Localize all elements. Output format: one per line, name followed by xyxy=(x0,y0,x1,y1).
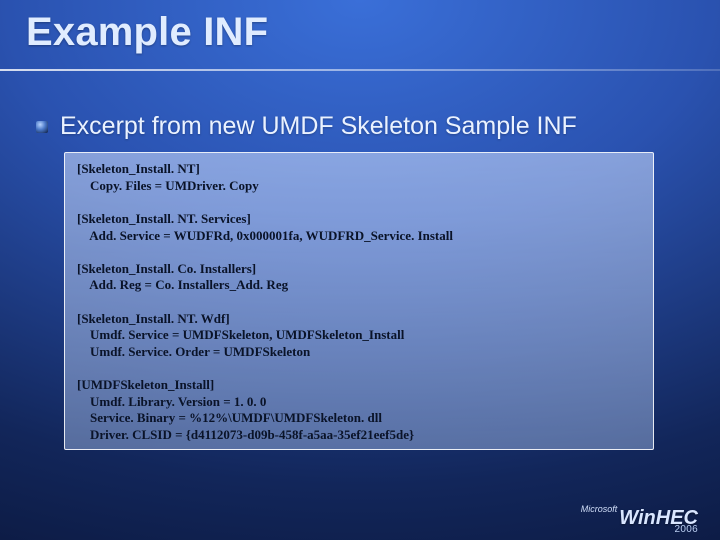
year-label: 2006 xyxy=(675,524,698,535)
slide-subtitle: Excerpt from new UMDF Skeleton Sample IN… xyxy=(60,112,577,141)
vendor-label: Microsoft xyxy=(581,505,618,514)
subtitle-row: Excerpt from new UMDF Skeleton Sample IN… xyxy=(36,112,577,141)
code-excerpt: [Skeleton_Install. NT] Copy. Files = UMD… xyxy=(64,152,654,450)
title-divider xyxy=(0,69,720,71)
slide: Example INF Excerpt from new UMDF Skelet… xyxy=(0,0,720,540)
bullet-icon xyxy=(36,121,48,133)
slide-title: Example INF xyxy=(26,10,268,55)
